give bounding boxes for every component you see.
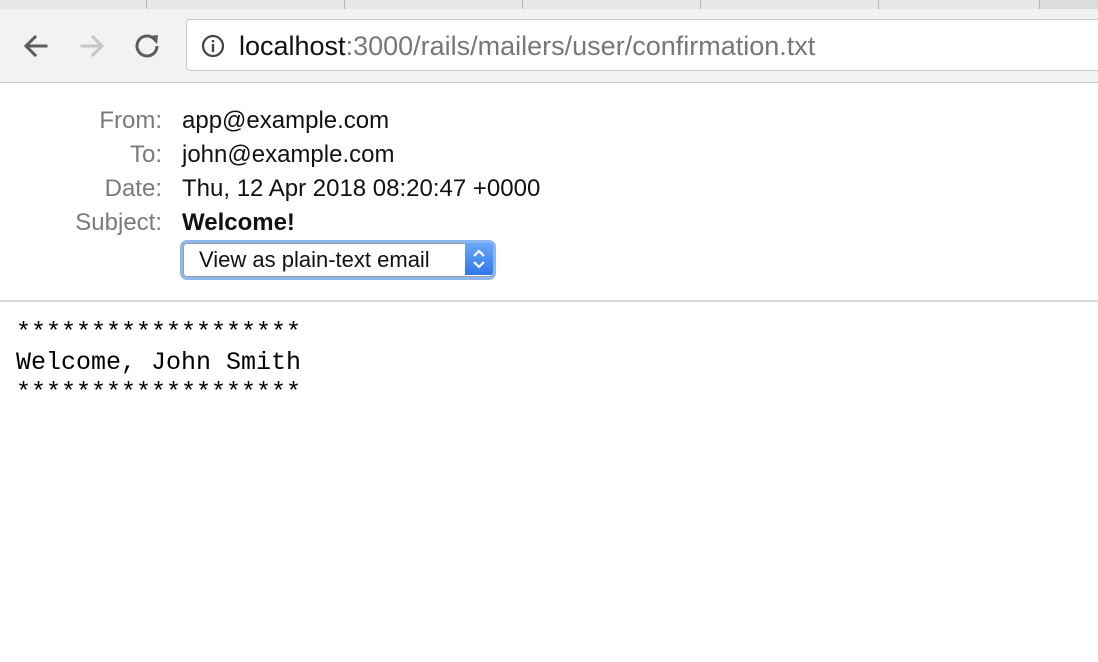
select-value: View as plain-text email — [199, 247, 430, 272]
header-divider — [0, 300, 1098, 302]
email-body: ******************* Welcome, John Smith **… — [16, 318, 301, 408]
body-line: ******************* — [16, 318, 302, 347]
arrow-right-icon — [80, 34, 105, 58]
header-to-row: To: john@example.com — [0, 138, 1098, 172]
info-circle-icon[interactable] — [201, 34, 225, 58]
header-label: To: — [129, 141, 162, 168]
url-host: localhost — [239, 31, 346, 61]
header-value: john@example.com — [182, 141, 395, 168]
header-date-row: Date: Thu, 12 Apr 2018 08:20:47 +0000 — [0, 172, 1098, 206]
header-from-row: From: app@example.com — [0, 104, 1098, 138]
header-value: Welcome! — [182, 209, 295, 236]
select-arrows-icon[interactable] — [465, 243, 493, 275]
address-bar[interactable]: localhost:3000/rails/mailers/user/confir… — [186, 19, 1098, 71]
header-value: Thu, 12 Apr 2018 08:20:47 +0000 — [182, 175, 541, 202]
email-format-select[interactable]: View as plain-text email — [180, 240, 496, 280]
header-label: Date: — [104, 175, 162, 202]
header-label: Subject: — [75, 209, 162, 236]
body-line: ******************* — [16, 378, 302, 407]
body-line: Welcome, John Smith — [16, 348, 302, 377]
url-path: :3000/rails/mailers/user/confirmation.tx… — [345, 31, 816, 61]
header-subject-row: Subject: Welcome! — [0, 206, 1098, 240]
header-value: app@example.com — [182, 107, 390, 134]
browser-toolbar: localhost:3000/rails/mailers/user/confir… — [0, 9, 1098, 83]
reload-button[interactable] — [132, 30, 164, 62]
forward-button[interactable] — [76, 30, 108, 62]
reload-icon — [135, 34, 159, 58]
back-button[interactable] — [20, 30, 52, 62]
arrow-left-icon — [23, 34, 48, 58]
header-label: From: — [99, 107, 162, 134]
url-text[interactable]: localhost:3000/rails/mailers/user/confir… — [239, 31, 815, 61]
